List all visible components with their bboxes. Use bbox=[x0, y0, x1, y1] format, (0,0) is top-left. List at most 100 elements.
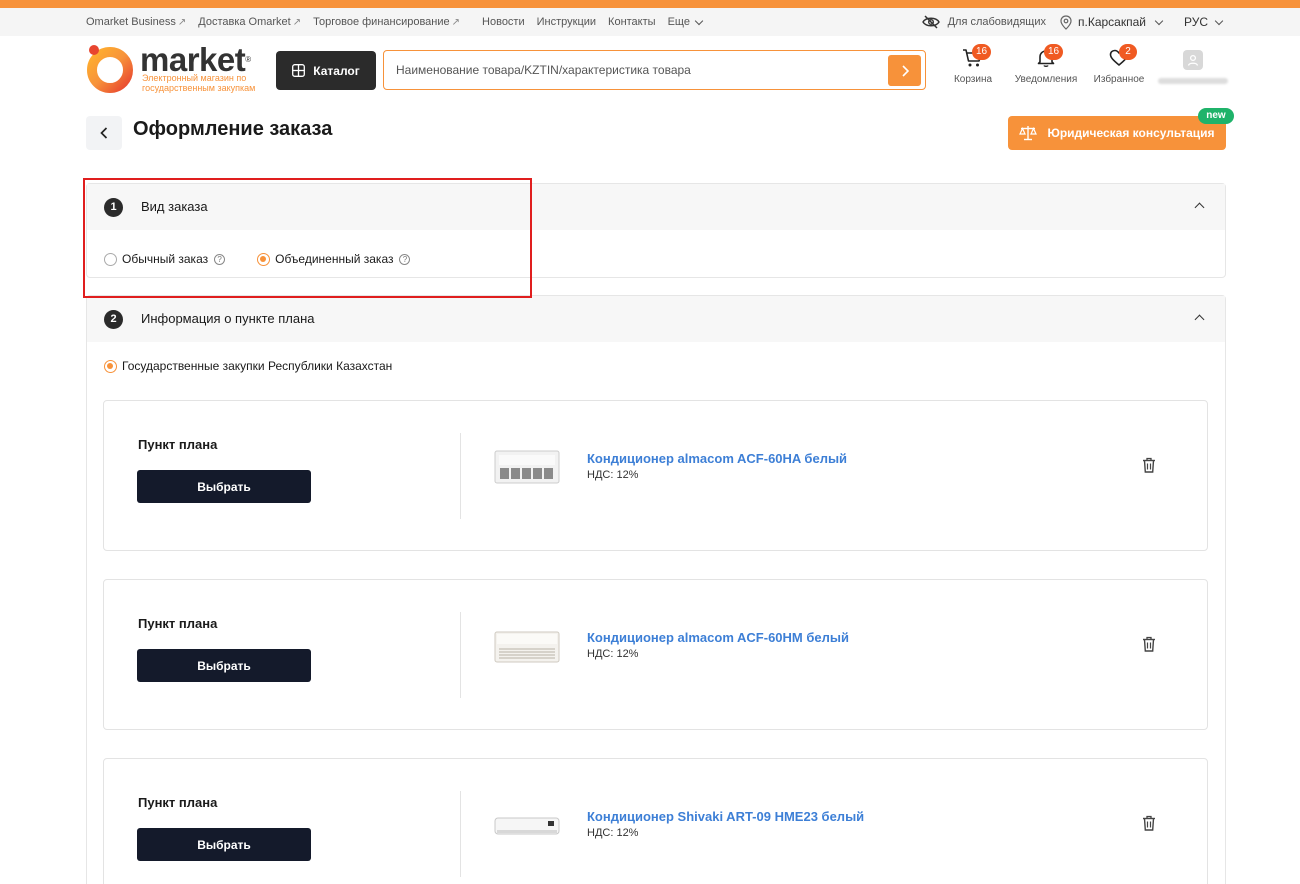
chevron-down-icon bbox=[1214, 16, 1224, 25]
radio-button[interactable] bbox=[104, 252, 117, 266]
chevron-down-icon bbox=[1154, 16, 1164, 25]
eye-off-icon bbox=[921, 15, 940, 29]
chevron-up-icon[interactable] bbox=[1194, 314, 1205, 325]
profile-name-redacted bbox=[1158, 78, 1228, 84]
catalog-button[interactable]: Каталог bbox=[276, 51, 376, 90]
chevron-down-icon bbox=[694, 16, 704, 25]
accessibility-toggle[interactable]: Для слабовидящих bbox=[921, 15, 1046, 29]
product-thumbnail[interactable] bbox=[494, 805, 560, 845]
link-news[interactable]: Новости bbox=[482, 16, 525, 28]
utility-right: Для слабовидящих п.Карсакпай РУС bbox=[908, 8, 1224, 36]
utility-bar: Omarket Business ↗ Доставка Omarket ↗ Торг… bbox=[0, 8, 1300, 36]
vat-label: НДС: 12% bbox=[587, 827, 639, 839]
product-thumbnail[interactable] bbox=[494, 626, 560, 666]
radio-label: Объединенный заказ bbox=[275, 252, 394, 266]
city-label: п.Карсакпай bbox=[1078, 15, 1146, 29]
site-logo[interactable]: market® Электронный магазин по государств… bbox=[86, 42, 266, 96]
link-contacts[interactable]: Контакты bbox=[608, 16, 656, 28]
vat-label: НДС: 12% bbox=[587, 648, 639, 660]
section-title: Вид заказа bbox=[141, 199, 208, 214]
scales-icon bbox=[1019, 126, 1038, 141]
divider bbox=[460, 433, 461, 519]
plan-item-label: Пункт плана bbox=[138, 437, 218, 452]
catalog-label: Каталог bbox=[313, 63, 360, 78]
trash-icon[interactable] bbox=[1142, 457, 1156, 473]
external-link-icon: ↗ bbox=[292, 16, 302, 28]
plan-item-label: Пункт плана bbox=[138, 795, 218, 810]
search-box bbox=[383, 50, 926, 90]
divider bbox=[460, 791, 461, 877]
link-trade-finance[interactable]: Торговое финансирование ↗ bbox=[313, 16, 460, 28]
select-plan-button[interactable]: Выбрать bbox=[137, 828, 311, 861]
legal-consultation-label: Юридическая консультация bbox=[1047, 126, 1215, 140]
chevron-right-icon bbox=[901, 64, 909, 77]
plan-item-card: Пункт плана Выбрать Кондиционер Shivaki … bbox=[103, 758, 1208, 884]
page-title: Оформление заказа bbox=[133, 118, 333, 140]
language-label: РУС bbox=[1183, 15, 1208, 29]
step-number: 1 bbox=[104, 198, 123, 217]
favorites-count-badge: 2 bbox=[1119, 44, 1137, 60]
radio-label: Обычный заказ bbox=[122, 252, 209, 266]
product-name-link[interactable]: Кондиционер almacom ACF-60HM белый bbox=[587, 630, 849, 645]
avatar bbox=[1183, 50, 1203, 70]
order-type-header[interactable]: 1 Вид заказа bbox=[87, 184, 1225, 230]
product-name-link[interactable]: Кондиционер almacom ACF-60HA белый bbox=[587, 451, 847, 466]
notifications-link[interactable]: 16 Уведомления bbox=[1011, 44, 1081, 92]
language-selector[interactable]: РУС bbox=[1183, 15, 1224, 29]
link-instructions[interactable]: Инструкции bbox=[537, 16, 596, 28]
back-button[interactable] bbox=[86, 116, 122, 150]
select-plan-button[interactable]: Выбрать bbox=[137, 470, 311, 503]
radio-button[interactable] bbox=[104, 359, 117, 373]
select-plan-button[interactable]: Выбрать bbox=[137, 649, 311, 682]
cart-link[interactable]: 16 Корзина bbox=[950, 44, 996, 92]
radio-regular-order[interactable]: Обычный заказ ? bbox=[104, 252, 226, 266]
plan-item-label: Пункт плана bbox=[138, 616, 218, 631]
help-icon[interactable]: ? bbox=[399, 253, 411, 265]
vat-label: НДС: 12% bbox=[587, 469, 639, 481]
location-pin-icon bbox=[1060, 14, 1072, 30]
section-title: Информация о пункте плана bbox=[141, 311, 315, 326]
radio-button[interactable] bbox=[257, 252, 271, 266]
external-link-icon: ↗ bbox=[177, 16, 187, 28]
link-delivery[interactable]: Доставка Omarket ↗ bbox=[198, 16, 301, 28]
favorites-label: Избранное bbox=[1093, 74, 1145, 85]
more-dropdown[interactable]: Еще bbox=[668, 16, 704, 28]
notifications-label: Уведомления bbox=[1014, 74, 1078, 85]
product-name-link[interactable]: Кондиционер Shivaki ART-09 HME23 белый bbox=[587, 809, 864, 824]
order-type-section: 1 Вид заказа Обычный заказ ? Объединенны… bbox=[86, 183, 1226, 278]
favorites-link[interactable]: 2 Избранное bbox=[1091, 44, 1147, 92]
step-number: 2 bbox=[104, 310, 123, 329]
logo-tagline: Электронный магазин по государственным за… bbox=[142, 73, 256, 93]
chevron-left-icon bbox=[100, 127, 108, 139]
procurement-type-option[interactable]: Государственные закупки Республики Казах… bbox=[104, 359, 392, 373]
link-omarket-business[interactable]: Omarket Business ↗ bbox=[86, 16, 186, 28]
trash-icon[interactable] bbox=[1142, 815, 1156, 831]
trash-icon[interactable] bbox=[1142, 636, 1156, 652]
order-type-options: Обычный заказ ? Объединенный заказ ? bbox=[104, 252, 442, 266]
chevron-up-icon[interactable] bbox=[1194, 202, 1205, 213]
user-icon bbox=[1187, 54, 1199, 66]
logo-mark-icon bbox=[87, 45, 133, 93]
plan-item-header[interactable]: 2 Информация о пункте плана bbox=[87, 296, 1225, 342]
grid-icon bbox=[292, 64, 306, 77]
notifications-count-badge: 16 bbox=[1044, 44, 1064, 60]
new-badge: new bbox=[1198, 108, 1234, 124]
plan-item-section: 2 Информация о пункте плана Государствен… bbox=[86, 295, 1226, 884]
plan-item-card: Пункт плана Выбрать Кондиционер almacom … bbox=[103, 579, 1208, 730]
plan-item-card: Пункт плана Выбрать Кондиционер almacom … bbox=[103, 400, 1208, 551]
accessibility-label: Для слабовидящих bbox=[947, 16, 1046, 28]
divider bbox=[460, 612, 461, 698]
search-input[interactable] bbox=[396, 60, 876, 80]
profile-link[interactable] bbox=[1158, 48, 1228, 92]
legal-consultation-button[interactable]: Юридическая консультация bbox=[1008, 116, 1226, 150]
cart-count-badge: 16 bbox=[972, 44, 992, 60]
external-link-icon: ↗ bbox=[451, 16, 461, 28]
product-thumbnail[interactable] bbox=[494, 447, 560, 487]
radio-combined-order[interactable]: Объединенный заказ ? bbox=[257, 252, 411, 266]
utility-links: Omarket Business ↗ Доставка Omarket ↗ Торг… bbox=[86, 8, 714, 36]
help-icon[interactable]: ? bbox=[214, 253, 226, 265]
city-selector[interactable]: п.Карсакпай bbox=[1060, 14, 1164, 30]
top-accent-bar bbox=[0, 0, 1300, 8]
procurement-type-label: Государственные закупки Республики Казах… bbox=[122, 359, 393, 373]
search-submit-button[interactable] bbox=[888, 55, 921, 86]
